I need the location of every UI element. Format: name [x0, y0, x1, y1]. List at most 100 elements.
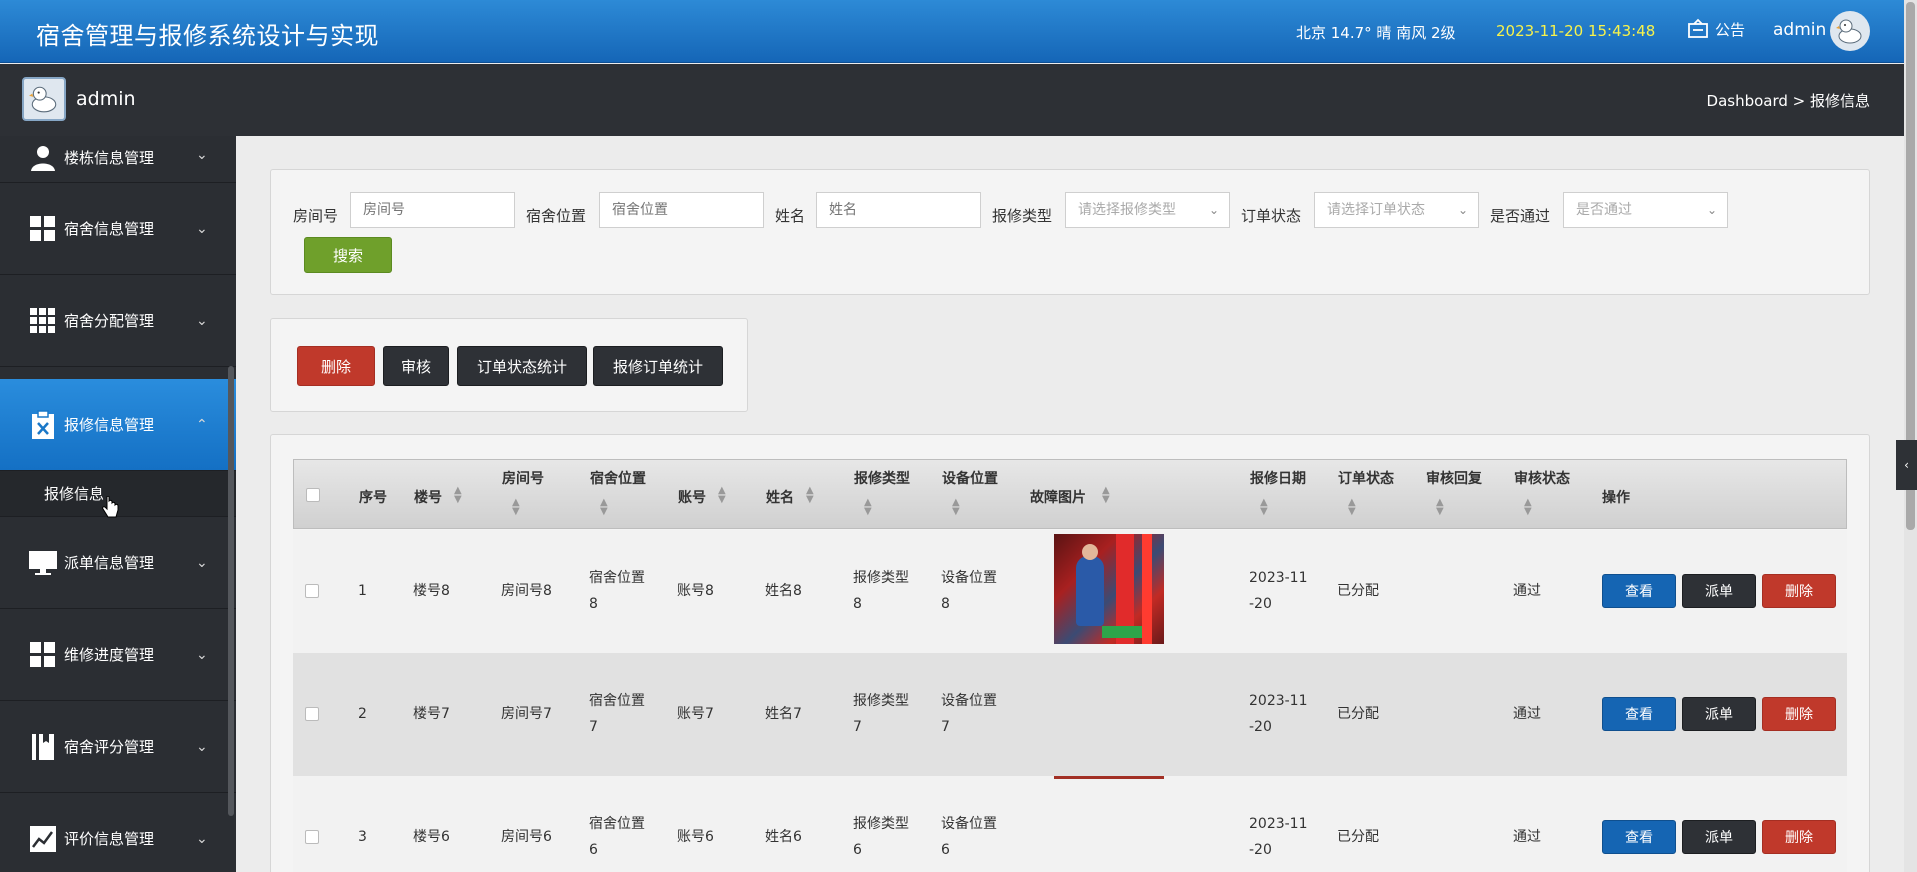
type-select[interactable]: 请选择报修类型 ⌄: [1065, 192, 1230, 228]
sidebar-item-dispatch[interactable]: 派单信息管理 ⌄: [0, 517, 236, 609]
name-input[interactable]: [816, 192, 981, 228]
sort-icon[interactable]: ▲ ▼: [600, 498, 608, 517]
side-panel-toggle[interactable]: ‹: [1896, 440, 1917, 490]
cell-review: 通过: [1513, 583, 1541, 599]
cell-date-line: 2023-11: [1249, 570, 1308, 586]
delete-button[interactable]: 删除: [1762, 820, 1836, 854]
table-row[interactable]: 1 楼号8 房间号8 宿舍位置 8 账号8 姓名8 报修类型 8 设备位置 8 202…: [293, 530, 1847, 653]
order-stats-button[interactable]: 报修订单统计: [593, 346, 723, 386]
dispatch-button[interactable]: 派单: [1682, 574, 1756, 608]
table-panel: 序号 楼号 ▲ ▼ 房间号 ▲ ▼ 宿舍位置 ▲ ▼ 账号 ▲ ▼ 姓名 ▲ ▼ 报修类型…: [270, 434, 1870, 872]
row-checkbox[interactable]: [305, 584, 319, 598]
cell-device-line: 8: [941, 596, 950, 612]
col-review[interactable]: 审核状态: [1514, 468, 1570, 488]
cell-type-line: 7: [853, 719, 862, 735]
sort-icon[interactable]: ▲ ▼: [806, 486, 814, 505]
fault-photo[interactable]: [1054, 534, 1164, 644]
room-label: 房间号: [293, 207, 339, 225]
sidebar-item-repair[interactable]: 报修信息管理 ⌃: [0, 379, 236, 471]
col-name[interactable]: 姓名: [766, 487, 794, 507]
sort-icon[interactable]: ▲ ▼: [864, 498, 872, 517]
sort-icon[interactable]: ▲ ▼: [1260, 498, 1268, 517]
page-scrollbar[interactable]: [1904, 0, 1917, 872]
cell-date-line: -20: [1249, 719, 1272, 735]
batch-delete-button[interactable]: 删除: [297, 346, 375, 386]
sidebar-avatar[interactable]: [22, 77, 66, 121]
type-label: 报修类型: [992, 207, 1053, 225]
notice-link[interactable]: 公告: [1687, 18, 1745, 40]
sort-icon[interactable]: ▲ ▼: [1524, 498, 1532, 517]
view-button[interactable]: 查看: [1602, 697, 1676, 731]
cell-date-line: -20: [1249, 596, 1272, 612]
sort-icon[interactable]: ▲ ▼: [512, 498, 520, 517]
grid-icon: [28, 640, 58, 670]
sidebar-item-label: 宿舍评分管理: [64, 738, 155, 756]
cell-device-line: 设备位置: [941, 693, 997, 709]
sidebar-item-score[interactable]: 宿舍评分管理 ⌄: [0, 701, 236, 793]
sort-icon[interactable]: ▲ ▼: [1102, 486, 1110, 505]
col-device[interactable]: 设备位置: [942, 468, 998, 488]
view-button[interactable]: 查看: [1602, 574, 1676, 608]
col-location[interactable]: 宿舍位置: [590, 468, 646, 488]
search-button[interactable]: 搜索: [304, 237, 392, 273]
pass-select[interactable]: 是否通过 ⌄: [1563, 192, 1728, 228]
user-icon: [28, 143, 58, 173]
sort-icon[interactable]: ▲ ▼: [952, 498, 960, 517]
dispatch-button[interactable]: 派单: [1682, 697, 1756, 731]
col-room[interactable]: 房间号: [502, 468, 544, 488]
row-checkbox[interactable]: [305, 830, 319, 844]
cell-type: 报修类型 6: [853, 811, 909, 863]
cell-index: 2: [358, 706, 367, 722]
chevron-down-icon: ⌄: [1457, 203, 1468, 217]
sidebar-item-dorm[interactable]: 宿舍信息管理 ⌄: [0, 183, 236, 275]
col-account[interactable]: 账号: [678, 487, 706, 507]
cell-index: 1: [358, 583, 367, 599]
dispatch-button[interactable]: 派单: [1682, 820, 1756, 854]
app-title: 宿舍管理与报修系统设计与实现: [36, 22, 379, 50]
sort-icon[interactable]: ▲ ▼: [1348, 498, 1356, 517]
sidebar-item-progress[interactable]: 维修进度管理 ⌄: [0, 609, 236, 701]
sidebar-item-label: 报修信息管理: [64, 416, 155, 434]
status-stats-button[interactable]: 订单状态统计: [457, 346, 587, 386]
status-select[interactable]: 请选择订单状态 ⌄: [1314, 192, 1479, 228]
sort-icon[interactable]: ▲ ▼: [454, 486, 462, 505]
cell-review: 通过: [1513, 829, 1541, 845]
cell-device: 设备位置 8: [941, 565, 997, 617]
review-button[interactable]: 审核: [383, 346, 449, 386]
delete-button[interactable]: 删除: [1762, 697, 1836, 731]
location-input[interactable]: [599, 192, 764, 228]
cell-device-line: 6: [941, 842, 950, 858]
cell-name: 姓名8: [765, 583, 802, 599]
sort-icon[interactable]: ▲ ▼: [1436, 498, 1444, 517]
col-building[interactable]: 楼号: [414, 487, 442, 507]
sidebar-item-evaluation[interactable]: 评价信息管理 ⌄: [0, 793, 236, 872]
sidebar-item-building[interactable]: 楼栋信息管理 ⌄: [0, 136, 236, 183]
col-reply[interactable]: 审核回复: [1426, 468, 1482, 488]
view-button[interactable]: 查看: [1602, 820, 1676, 854]
col-type[interactable]: 报修类型: [854, 468, 910, 488]
table-row[interactable]: 3 楼号6 房间号6 宿舍位置 6 账号6 姓名6 报修类型 6 设备位置 6 202…: [293, 776, 1847, 872]
col-ops: 操作: [1602, 490, 1630, 506]
col-status[interactable]: 订单状态: [1338, 468, 1394, 488]
room-input[interactable]: [350, 192, 515, 228]
cell-type-line: 8: [853, 596, 862, 612]
col-date[interactable]: 报修日期: [1250, 468, 1306, 488]
breadcrumb[interactable]: Dashboard > 报修信息: [1707, 90, 1870, 111]
row-checkbox[interactable]: [305, 707, 319, 721]
delete-button[interactable]: 删除: [1762, 574, 1836, 608]
select-all-checkbox[interactable]: [306, 488, 320, 502]
table-row[interactable]: 2 楼号7 房间号7 宿舍位置 7 账号7 姓名7 报修类型 7 设备位置 7 202…: [293, 653, 1847, 776]
cell-device: 设备位置 6: [941, 811, 997, 863]
sort-icon[interactable]: ▲ ▼: [718, 486, 726, 505]
cell-location-line: 宿舍位置: [589, 570, 645, 586]
pass-select-value: 是否通过: [1576, 202, 1632, 218]
cell-room: 房间号6: [501, 829, 552, 845]
chevron-left-icon: ‹: [1904, 458, 1909, 472]
clipboard-x-icon: [28, 409, 58, 440]
header-username[interactable]: admin: [1773, 20, 1826, 40]
sidebar-item-allocation[interactable]: 宿舍分配管理 ⌄: [0, 275, 236, 367]
action-panel: 删除 审核 订单状态统计 报修订单统计: [270, 318, 748, 412]
sidebar-scrollbar[interactable]: [228, 366, 234, 816]
header-avatar[interactable]: [1830, 11, 1870, 51]
col-photo[interactable]: 故障图片: [1030, 487, 1086, 507]
